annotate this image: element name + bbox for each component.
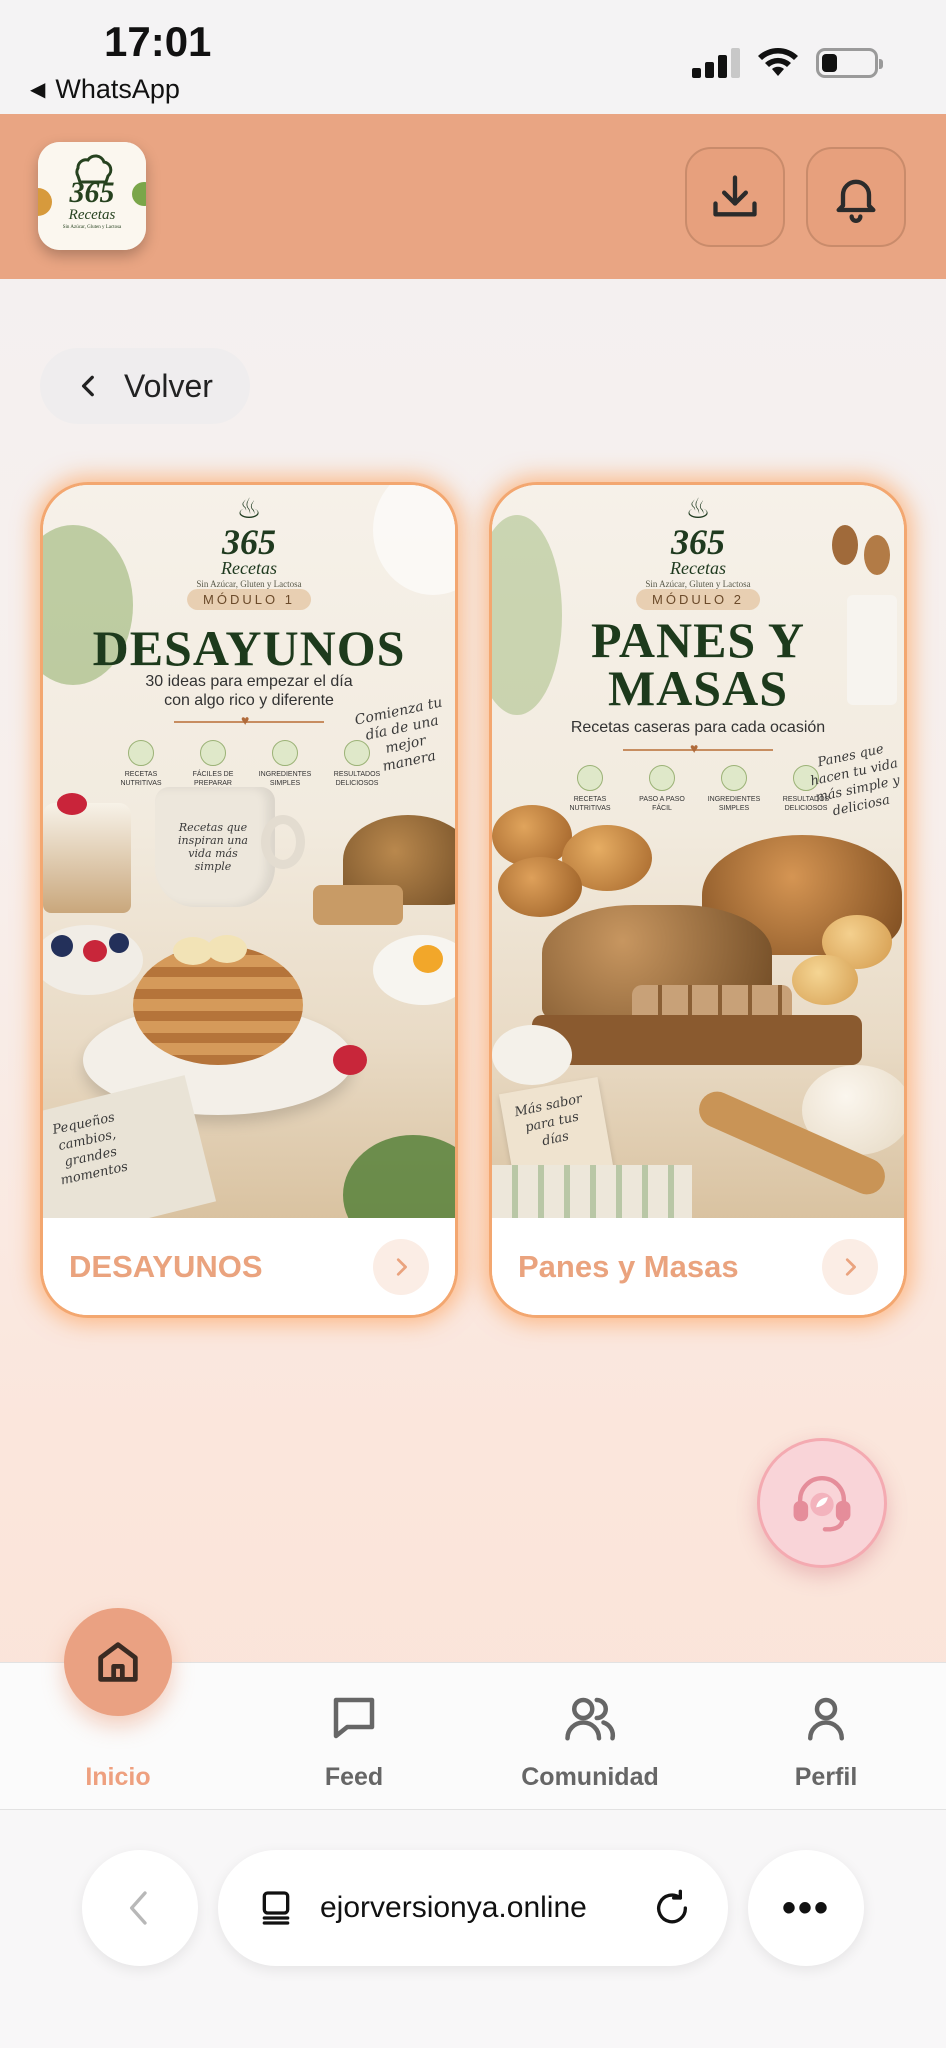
feature-label: PASO A PASO FÁCIL — [639, 796, 685, 812]
cover-features: RECETAS NUTRITIVAS PASO A PASO FÁCIL ING… — [561, 765, 835, 813]
notifications-button[interactable] — [806, 147, 906, 247]
chevron-right-icon — [396, 1257, 407, 1276]
feature-label: INGREDIENTES SIMPLES — [707, 796, 761, 812]
leaf-icon — [128, 740, 154, 766]
module-card-label: DESAYUNOS — [69, 1248, 263, 1284]
browser-more-button[interactable]: ••• — [748, 1850, 864, 1966]
chevron-left-icon — [81, 375, 94, 397]
nav-label: Perfil — [794, 1763, 858, 1791]
module-card-footer: Panes y Masas — [492, 1218, 904, 1315]
module-card-panes-y-masas[interactable]: ♨ 365 Recetas Sin Azúcar, Gluten y Lacto… — [489, 482, 907, 1318]
back-button-label: Volver — [124, 367, 213, 404]
download-button[interactable] — [685, 147, 785, 247]
bell-icon — [836, 179, 876, 223]
nav-label: Inicio — [85, 1763, 151, 1791]
headset-support-icon — [793, 1476, 851, 1532]
back-button[interactable]: Volver — [40, 348, 250, 424]
back-app-label: WhatsApp — [55, 74, 180, 104]
chef-hat-icon: ♨ — [236, 494, 262, 525]
cover-features: RECETAS NUTRITIVAS FÁCILES DE PREPARAR I… — [112, 740, 386, 788]
bread-icon — [721, 765, 747, 791]
cover-divider — [623, 740, 773, 756]
back-triangle-icon: ◀ — [30, 79, 46, 101]
status-bar: 17:01 ◀ WhatsApp — [0, 0, 946, 114]
cover-title-line2: MASAS — [607, 660, 789, 716]
support-chat-button[interactable] — [757, 1438, 887, 1568]
nav-item-feed[interactable]: Feed — [236, 1663, 472, 1811]
app-logo[interactable]: 365 Recetas Sin Azúcar, Gluten y Lactosa — [38, 142, 146, 250]
nav-label: Feed — [324, 1763, 384, 1791]
nav-item-comunidad[interactable]: Comunidad — [472, 1663, 708, 1811]
tabs-icon — [262, 1891, 290, 1925]
feature-label: FÁCILES DE PREPARAR — [192, 771, 234, 787]
url-text: ejorversionya.online — [320, 1891, 587, 1924]
cover-brand: ♨ 365 Recetas Sin Azúcar, Gluten y Lacto… — [43, 495, 455, 591]
module-card-desayunos[interactable]: ♨ 365 Recetas Sin Azúcar, Gluten y Lacto… — [40, 482, 458, 1318]
open-module-button[interactable] — [373, 1238, 429, 1295]
module-cover-image: ♨ 365 Recetas Sin Azúcar, Gluten y Lacto… — [492, 485, 904, 1221]
logo-tagline: Sin Azúcar, Gluten y Lactosa — [62, 225, 122, 230]
cover-note-mug: Recetas que inspiran una vida más simple — [178, 821, 248, 873]
feature-label: INGREDIENTES SIMPLES — [258, 771, 312, 787]
wifi-icon — [758, 48, 798, 76]
feature-label: RECETAS NUTRITIVAS — [569, 796, 611, 812]
chef-hat-icon — [649, 765, 675, 791]
cellular-signal-icon — [692, 48, 740, 78]
cover-divider — [174, 712, 324, 728]
leaf-icon — [577, 765, 603, 791]
back-to-app-link[interactable]: ◀ WhatsApp — [30, 74, 180, 105]
address-bar[interactable]: ejorversionya.online — [218, 1850, 728, 1966]
module-tag: MÓDULO 1 — [187, 589, 311, 610]
chevron-left-icon — [130, 1891, 147, 1925]
cover-title: DESAYUNOS — [92, 620, 406, 676]
chef-hat-icon: ♨ — [685, 494, 711, 525]
home-icon — [98, 1642, 138, 1682]
module-card-label: Panes y Masas — [518, 1248, 739, 1284]
battery-icon — [816, 48, 883, 78]
module-cover-image: ♨ 365 Recetas Sin Azúcar, Gluten y Lacto… — [43, 485, 455, 1221]
module-card-footer: DESAYUNOS — [43, 1218, 455, 1315]
cover-brand: ♨ 365 Recetas Sin Azúcar, Gluten y Lacto… — [492, 495, 904, 591]
cover-subtitle: Recetas caseras para cada ocasión — [570, 719, 826, 736]
browser-back-button[interactable] — [82, 1850, 198, 1966]
cover-brand-word: Recetas — [670, 558, 726, 578]
user-icon — [808, 1697, 844, 1741]
logo-word: Recetas — [68, 207, 116, 223]
clock-icon — [200, 740, 226, 766]
cover-title-line1: PANES Y — [591, 612, 805, 668]
cover-brand-word: Recetas — [221, 558, 277, 578]
cover-note-top: Panes que hacen tu vida más simple y del… — [809, 741, 902, 820]
cover-subtitle-line1: 30 ideas para empezar el día — [145, 673, 353, 690]
heart-icon — [272, 740, 298, 766]
home-button[interactable] — [64, 1608, 172, 1716]
reload-icon[interactable] — [652, 1888, 692, 1928]
logo-number: 365 — [69, 176, 115, 209]
users-icon — [565, 1697, 616, 1741]
cover-brand-number: 365 — [671, 522, 725, 562]
module-tag: MÓDULO 2 — [636, 589, 760, 610]
status-time: 17:01 — [104, 18, 212, 65]
feature-label: RECETAS NUTRITIVAS — [120, 771, 162, 787]
nav-item-perfil[interactable]: Perfil — [708, 1663, 944, 1811]
chevron-right-icon — [845, 1257, 856, 1276]
more-dots-icon: ••• — [781, 1885, 830, 1930]
chat-bubble-icon — [333, 1697, 375, 1739]
cover-brand-number: 365 — [222, 522, 276, 562]
nav-label: Comunidad — [521, 1763, 659, 1791]
download-icon — [713, 175, 757, 217]
open-module-button[interactable] — [822, 1238, 878, 1295]
